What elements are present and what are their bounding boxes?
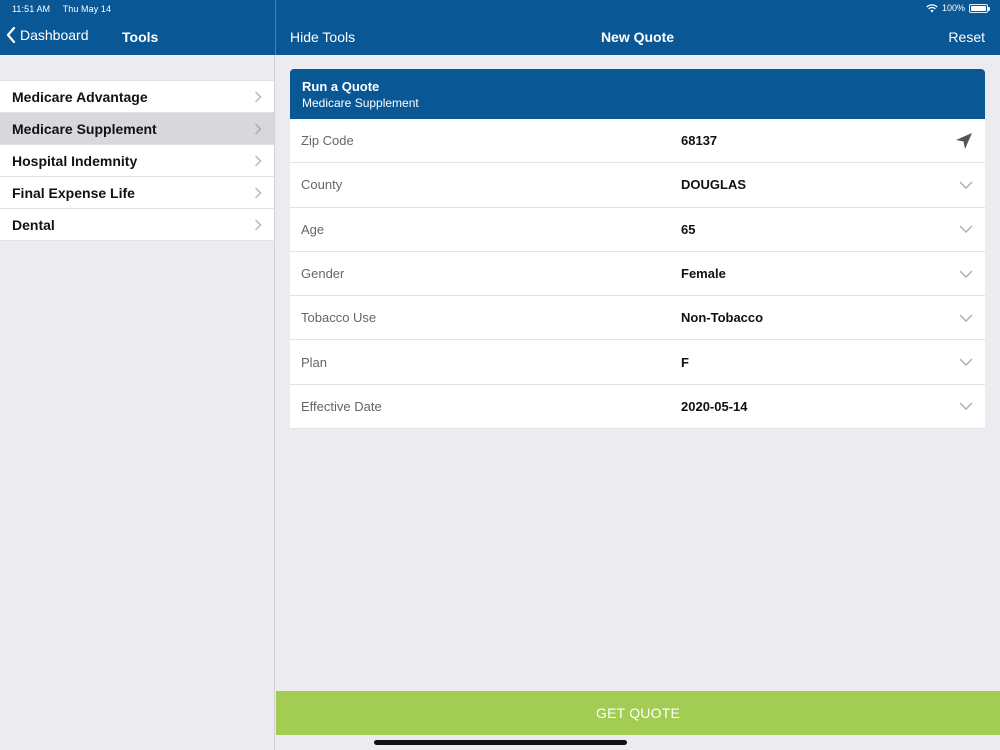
card-title: Run a Quote [302,79,380,94]
field-label: Zip Code [301,133,354,149]
status-bar-left: 11:51 AM Thu May 14 [12,4,121,14]
field-label: Plan [301,354,328,370]
home-indicator[interactable] [374,740,627,745]
field-value: Female [681,266,726,282]
chevron-right-icon [254,186,262,199]
header-divider [275,0,276,55]
reset-button[interactable]: Reset [948,29,985,45]
sidebar-title: Tools [122,29,159,45]
zip-code-field[interactable]: Zip Code 68137 [290,119,985,164]
location-arrow-icon[interactable] [955,132,973,150]
field-value: DOUGLAS [681,177,746,193]
hide-tools-button[interactable]: Hide Tools [290,29,355,45]
sidebar-item-label: Final Expense Life [12,184,135,201]
navigation-header: 11:51 AM Thu May 14 100% Dashboard Tools… [0,0,1000,55]
back-button-label: Dashboard [20,27,89,43]
chevron-down-icon [959,358,973,367]
field-value: Non-Tobacco [681,310,764,326]
chevron-down-icon [959,402,973,411]
sidebar-item-label: Medicare Supplement [12,120,157,137]
field-value: F [681,354,689,370]
field-value: 68137 [681,133,718,149]
sidebar-item-label: Hospital Indemnity [12,152,138,169]
chevron-right-icon [254,122,262,135]
gender-select[interactable]: Gender Female [290,252,985,297]
chevron-right-icon [254,154,262,167]
battery-icon [969,3,990,13]
sidebar-item-label: Medicare Advantage [12,88,148,105]
field-label: Age [301,221,325,237]
status-time: 11:51 AM [12,4,51,14]
plan-select[interactable]: Plan F [290,340,985,385]
page-title: New Quote [600,29,675,45]
get-quote-button[interactable]: GET QUOTE [276,691,1000,735]
sidebar-item-final-expense-life[interactable]: Final Expense Life [0,177,274,209]
card-subtitle: Medicare Supplement [302,96,419,110]
field-label: Effective Date [301,398,382,414]
chevron-down-icon [959,225,973,234]
back-button[interactable]: Dashboard [6,27,89,43]
chevron-left-icon [6,27,16,43]
quote-form-card: Run a Quote Medicare Supplement Zip Code… [290,69,985,430]
battery-percent: 100% [941,3,965,13]
sidebar-item-medicare-advantage[interactable]: Medicare Advantage [0,81,274,113]
chevron-down-icon [959,270,973,278]
status-bar-right: 100% [926,3,990,13]
tools-list: Medicare Advantage Medicare Supplement H… [0,80,274,241]
chevron-right-icon [254,90,262,103]
field-label: Gender [301,266,345,282]
tobacco-use-select[interactable]: Tobacco Use Non-Tobacco [290,296,985,341]
age-select[interactable]: Age 65 [290,208,985,252]
effective-date-select[interactable]: Effective Date 2020-05-14 [290,385,985,430]
sidebar-item-label: Dental [12,216,55,233]
field-label: County [301,177,343,193]
wifi-icon [926,3,938,12]
status-date: Thu May 14 [62,4,112,14]
field-value: 2020-05-14 [681,398,748,414]
sidebar-item-hospital-indemnity[interactable]: Hospital Indemnity [0,145,274,177]
card-header: Run a Quote Medicare Supplement [290,69,985,119]
quote-main-panel: Run a Quote Medicare Supplement Zip Code… [276,55,1000,750]
sidebar-item-medicare-supplement[interactable]: Medicare Supplement [0,113,274,145]
sidebar-item-dental[interactable]: Dental [0,209,274,241]
chevron-down-icon [959,181,973,189]
chevron-right-icon [254,218,262,231]
field-label: Tobacco Use [301,310,377,326]
chevron-down-icon [959,314,973,322]
county-select[interactable]: County DOUGLAS [290,163,985,208]
tools-sidebar: Medicare Advantage Medicare Supplement H… [0,55,275,750]
field-value: 65 [681,221,696,237]
